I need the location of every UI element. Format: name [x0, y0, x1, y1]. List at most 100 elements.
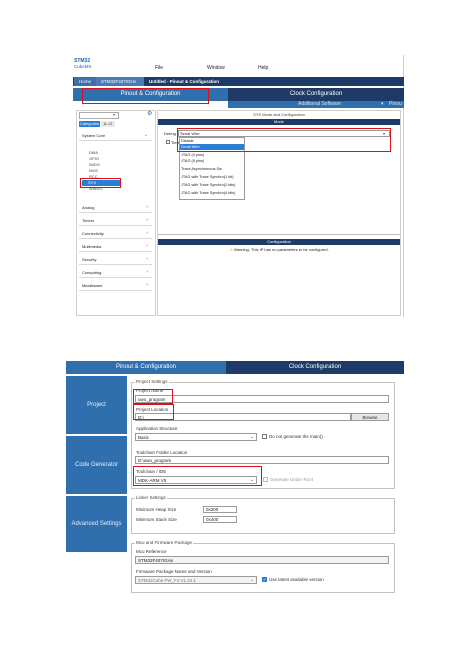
generate-under-root-checkbox[interactable] — [263, 477, 268, 482]
chevron-right-icon: › — [146, 204, 148, 210]
chevron-right-icon: › — [146, 243, 148, 249]
chevron-right-icon: › — [146, 269, 148, 275]
firmware-package-label: Firmware Package Name and Version — [136, 569, 212, 574]
debug-option-jtag-trace-1[interactable]: JTAG with Trace Synchro(1 bit) — [180, 174, 244, 180]
az-sort-button[interactable]: A->Z — [101, 121, 115, 127]
sys-item-highlight — [80, 178, 121, 188]
category-label: Multimedia — [82, 244, 102, 249]
debug-option-jtag-5[interactable]: JTAG (5 pins) — [180, 158, 244, 164]
search-dropdown-arrow-icon[interactable]: ▾ — [113, 112, 115, 117]
timebase-checkbox[interactable] — [166, 140, 170, 144]
side-section-advanced-settings[interactable]: Advanced Settings — [66, 496, 127, 552]
warning-text: Warning: This IP has no parameters to be… — [234, 247, 329, 252]
chevron-right-icon: › — [146, 217, 148, 223]
breadcrumb-project: Untitled - Pinout & Configuration — [144, 77, 252, 86]
category-security[interactable]: Security › — [79, 254, 152, 265]
debug-option-jtag-trace-2[interactable]: JTAG with Trace Synchro(2 bits) — [180, 182, 244, 188]
chevron-down-icon[interactable]: ▾ — [381, 101, 384, 107]
category-computing[interactable]: Computing › — [79, 267, 152, 278]
use-latest-label: Use latest available version — [269, 577, 324, 582]
chevron-down-icon[interactable]: ⌄ — [250, 434, 254, 440]
heap-size-label: Minimum Heap Size — [136, 507, 177, 512]
debug-select-highlight — [177, 128, 391, 152]
generate-under-root-label: Generate Under Root — [270, 477, 314, 482]
category-middleware[interactable]: Middleware › — [79, 280, 152, 291]
bottom-tab-pinout-configuration[interactable]: Pinout & Configuration — [66, 361, 226, 374]
sys-core-item-nvic[interactable]: NVIC — [89, 168, 99, 173]
breadcrumb-mcu[interactable]: STM32F407IGHx — [96, 77, 152, 86]
category-analog[interactable]: Analog › — [79, 202, 152, 213]
sys-core-item-iwdg[interactable]: IWDG — [89, 162, 100, 167]
mode-header: Mode — [158, 119, 400, 125]
linker-settings-group: Linker Settings — [131, 495, 395, 534]
mcu-reference-field: STM32F407IGHx — [135, 556, 389, 564]
stack-size-field[interactable]: 0x400 — [203, 516, 237, 523]
logo-text-line2: CubeMX — [74, 64, 92, 69]
chevron-right-icon: › — [146, 256, 148, 262]
side-section-code-generator-label: Code Generator — [74, 462, 119, 468]
app-structure-select[interactable]: Basic — [135, 433, 257, 441]
chevron-down-icon[interactable]: ⌄ — [250, 577, 254, 583]
warning-message: ⚠ Warning: This IP has no parameters to … — [157, 247, 401, 252]
browse-button[interactable]: Browse — [351, 413, 389, 421]
category-label: Security — [82, 257, 97, 262]
side-section-project-label: Project — [87, 402, 106, 408]
no-main-checkbox[interactable] — [262, 434, 267, 439]
pinout-tab-highlight — [82, 88, 209, 104]
stack-size-label: Minimum Stack Size — [136, 517, 177, 522]
category-label: Analog — [82, 205, 95, 210]
category-label: System Core — [82, 133, 106, 138]
chevron-right-icon: › — [146, 230, 148, 236]
chevron-down-icon: ⌄ — [143, 132, 148, 138]
panel-divider — [158, 234, 400, 235]
heap-size-field[interactable]: 0x200 — [203, 506, 237, 513]
menu-file[interactable]: File — [155, 65, 163, 71]
category-label: Connectivity — [82, 231, 104, 236]
category-label: Timers — [82, 218, 95, 223]
project-name-highlight — [133, 389, 173, 404]
category-label: Computing — [82, 270, 102, 275]
toolchain-ide-highlight — [133, 466, 262, 486]
mcu-firmware-title: Mcu and Firmware Package — [135, 540, 194, 545]
firmware-package-value: STM32Cube FW_F4 V1.24.1 — [138, 578, 197, 583]
warning-icon: ⚠ — [229, 247, 233, 252]
side-section-project[interactable]: Project — [66, 376, 127, 434]
side-section-advanced-settings-label: Advanced Settings — [71, 521, 122, 527]
project-settings-title: Project Settings — [135, 379, 169, 384]
menu-window[interactable]: Window — [207, 65, 225, 71]
sys-core-item-dma[interactable]: DMA — [89, 150, 98, 155]
categories-button[interactable]: Categories — [79, 121, 100, 127]
app-structure-label: Application Structure — [136, 426, 178, 431]
category-label: Middleware — [82, 283, 103, 288]
chevron-right-icon: › — [146, 282, 148, 288]
use-latest-checkbox[interactable]: ✓ — [262, 577, 267, 582]
category-connectivity[interactable]: Connectivity › — [79, 228, 152, 239]
tab-clock-configuration[interactable]: Clock Configuration — [228, 88, 404, 101]
category-multimedia[interactable]: Multimedia › — [79, 241, 152, 252]
menu-help[interactable]: Help — [258, 65, 268, 71]
debug-option-trace-async[interactable]: Trace Asynchronous Sw — [180, 166, 244, 172]
debug-option-jtag-trace-4[interactable]: JTAG with Trace Synchro(4 bits) — [180, 190, 244, 196]
toolchain-folder-label: Toolchain Folder Location — [136, 450, 188, 455]
mcu-reference-label: Mcu Reference — [136, 549, 167, 554]
toolchain-folder-field[interactable]: D:\uwo_program — [135, 456, 389, 464]
subtab-pinout-view[interactable]: Pinou — [389, 101, 402, 107]
project-name-field[interactable]: uwo_program — [135, 395, 389, 403]
mcu-firmware-group: Mcu and Firmware Package — [131, 540, 395, 593]
project-location-highlight — [133, 404, 174, 420]
category-system-core[interactable]: System Core ⌄ — [79, 130, 152, 141]
debug-label: Debug — [164, 131, 176, 136]
bottom-tab-clock-configuration[interactable]: Clock Configuration — [226, 361, 404, 374]
no-main-label: Do not generate the main() — [269, 434, 323, 439]
subtab-additional-software[interactable]: Additional Software — [298, 101, 341, 107]
linker-settings-title: Linker Settings — [135, 495, 167, 500]
side-section-code-generator[interactable]: Code Generator — [66, 436, 127, 494]
gear-icon[interactable]: ⚙ — [147, 111, 152, 118]
app-structure-value: Basic — [138, 435, 150, 440]
sys-core-item-gpio[interactable]: GPIO — [89, 156, 99, 161]
mode-panel-title: SYS Mode and Configuration — [253, 112, 305, 117]
config-header: Configuration — [158, 239, 400, 245]
firmware-package-select[interactable]: STM32Cube FW_F4 V1.24.1 — [135, 576, 257, 584]
app-logo: STM32 CubeMX — [74, 58, 98, 76]
category-timers[interactable]: Timers › — [79, 215, 152, 226]
